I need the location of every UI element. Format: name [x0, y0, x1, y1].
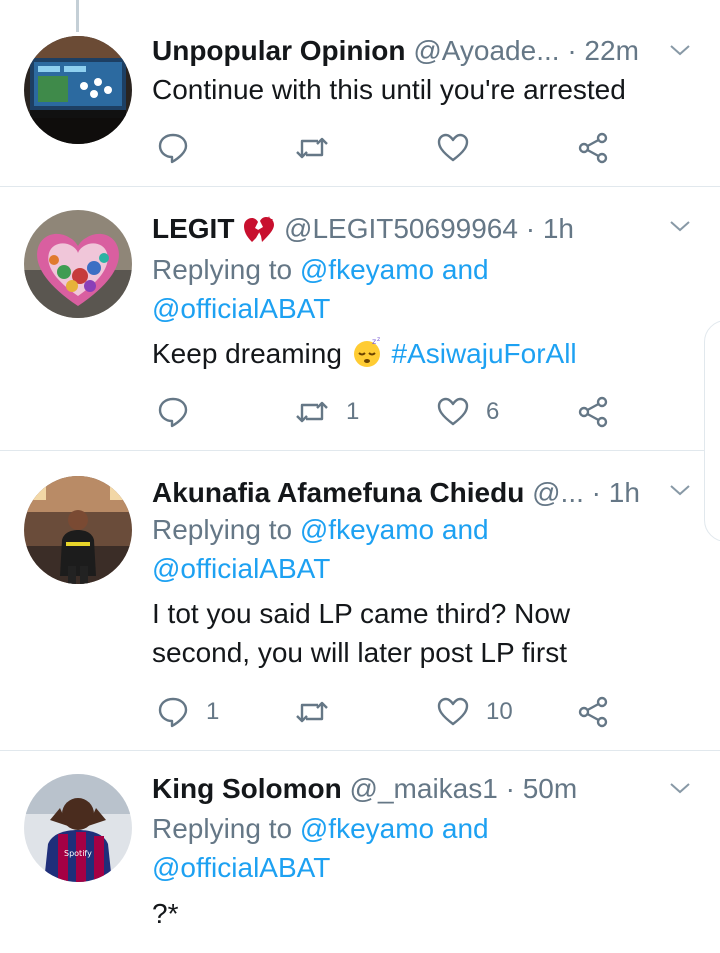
replying-to-label: Replying to: [152, 254, 300, 285]
tweet-text: Keep dreaming zz #AsiwajuForAll: [152, 334, 680, 373]
share-button[interactable]: [576, 692, 610, 732]
hashtag-link[interactable]: #AsiwajuForAll: [391, 338, 576, 369]
retweet-count: 1: [346, 398, 360, 425]
mention-link[interactable]: @fkeyamo and: [300, 813, 489, 844]
tweet-header: LEGIT @LEGIT50699964 · 1h: [152, 209, 664, 249]
mention-link[interactable]: @officialABAT: [152, 293, 330, 324]
display-name[interactable]: Unpopular Opinion: [152, 35, 406, 66]
avatar-king-solomon[interactable]: Spotify: [24, 774, 132, 882]
display-name[interactable]: King Solomon: [152, 773, 342, 804]
action-bar: 1 6: [152, 392, 632, 432]
chevron-down-icon[interactable]: [668, 38, 692, 62]
reply-icon: [158, 397, 188, 428]
mention-link[interactable]: @officialABAT: [152, 852, 330, 883]
reply-button[interactable]: [156, 392, 190, 432]
tweet-1[interactable]: Unpopular Opinion @Ayoade... · 22m Conti…: [0, 0, 720, 187]
chevron-down-icon[interactable]: [668, 478, 692, 502]
mention-link[interactable]: @officialABAT: [152, 553, 330, 584]
svg-text:Spotify: Spotify: [64, 849, 92, 858]
share-button[interactable]: [576, 128, 610, 168]
retweet-icon: [296, 137, 328, 159]
timestamp[interactable]: · 22m: [567, 35, 639, 66]
user-handle[interactable]: @_maikas1: [350, 773, 498, 804]
display-name[interactable]: Akunafia Afamefuna Chiedu: [152, 477, 524, 508]
mention-link[interactable]: @fkeyamo and: [300, 514, 489, 545]
tweet-header: Akunafia Afamefuna Chiedu @... · 1h: [152, 473, 664, 513]
user-handle[interactable]: @...: [532, 477, 584, 508]
retweet-button[interactable]: [294, 128, 330, 168]
chevron-down-icon[interactable]: [668, 214, 692, 238]
sleeping-face-emoji: zz: [350, 336, 384, 369]
tweet-2[interactable]: LEGIT @LEGIT50699964 · 1h Replying to @f…: [0, 186, 720, 451]
tweet-header: King Solomon @_maikas1 · 50m: [152, 769, 664, 809]
user-handle[interactable]: @LEGIT50699964: [284, 213, 518, 244]
replying-to-label: Replying to: [152, 813, 300, 844]
chevron-down-icon[interactable]: [668, 776, 692, 800]
like-button[interactable]: 6: [436, 392, 499, 432]
tweet-text-line-1: I tot you said LP came third? Now: [152, 598, 571, 629]
tweet-text: ?*: [152, 898, 179, 929]
reply-icon: [158, 697, 188, 728]
retweet-icon: [296, 401, 328, 423]
reply-count: 1: [206, 698, 220, 725]
svg-text:z: z: [372, 337, 376, 346]
like-button[interactable]: [436, 128, 470, 168]
reply-button[interactable]: 1: [156, 692, 219, 732]
tweet-4[interactable]: Spotify King Solomon @_maikas1 · 50m Rep…: [0, 750, 720, 953]
tweet-text-content: Keep dreaming: [152, 338, 342, 369]
heart-icon: [437, 133, 469, 162]
action-bar: [152, 128, 632, 168]
replying-to: Replying to @fkeyamo and: [152, 510, 489, 550]
action-bar: 1 10: [152, 692, 632, 732]
replying-to-label: Replying to: [152, 514, 300, 545]
avatar-unpopular-opinion[interactable]: [24, 36, 132, 144]
user-handle[interactable]: @Ayoade...: [413, 35, 559, 66]
share-icon: [578, 696, 608, 728]
mention-link[interactable]: @fkeyamo and: [300, 254, 489, 285]
avatar-akunafia[interactable]: [24, 476, 132, 584]
like-count: 6: [486, 398, 500, 425]
retweet-button[interactable]: 1: [294, 392, 359, 432]
replying-to-line2: @officialABAT: [152, 549, 330, 589]
display-name[interactable]: LEGIT: [152, 213, 234, 244]
avatar-legit[interactable]: [24, 210, 132, 318]
like-button[interactable]: 10: [436, 692, 513, 732]
tweet-text: Continue with this until you're arrested: [152, 74, 626, 105]
timestamp[interactable]: · 50m: [506, 773, 578, 804]
replying-to-line2: @officialABAT: [152, 848, 330, 888]
heart-icon: [437, 397, 469, 426]
floating-compose-button-edge[interactable]: [704, 320, 720, 542]
retweet-button[interactable]: [294, 692, 330, 732]
replying-to-line2: @officialABAT: [152, 289, 330, 329]
reply-icon: [158, 133, 188, 164]
replying-to: Replying to @fkeyamo and: [152, 809, 489, 849]
svg-text:z: z: [377, 336, 380, 343]
like-count: 10: [486, 698, 513, 725]
share-button[interactable]: [576, 392, 610, 432]
timestamp[interactable]: · 1h: [526, 213, 574, 244]
retweet-icon: [296, 701, 328, 723]
tweet-3[interactable]: Akunafia Afamefuna Chiedu @... · 1h Repl…: [0, 450, 720, 751]
replying-to: Replying to @fkeyamo and: [152, 250, 489, 290]
timestamp[interactable]: · 1h: [592, 477, 640, 508]
heart-icon: [437, 697, 469, 726]
share-icon: [578, 396, 608, 428]
reply-button[interactable]: [156, 128, 190, 168]
broken-heart-emoji: [242, 213, 276, 244]
share-icon: [578, 132, 608, 164]
tweet-text-line-2: second, you will later post LP first: [152, 637, 568, 668]
tweet-header: Unpopular Opinion @Ayoade... · 22m: [152, 31, 664, 71]
